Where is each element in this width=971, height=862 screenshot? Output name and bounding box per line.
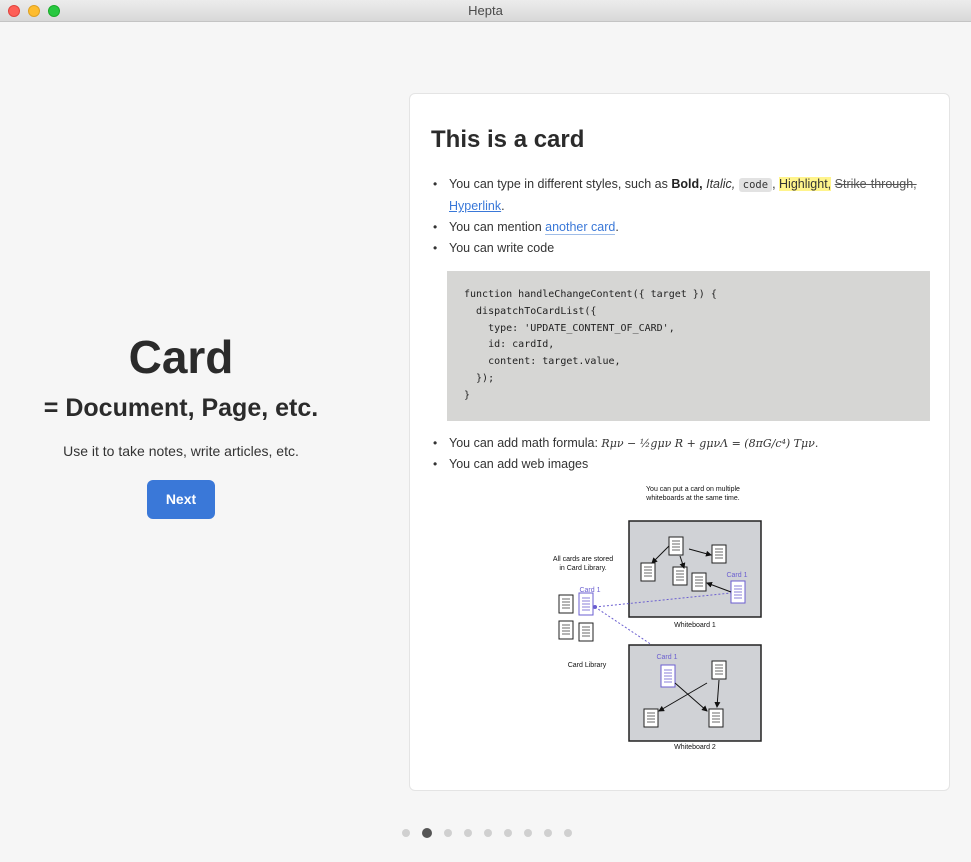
next-button[interactable]: Next bbox=[147, 479, 215, 519]
title-bar: Hepta bbox=[0, 0, 971, 22]
page-dot-9[interactable] bbox=[564, 829, 572, 837]
bullet-text: You can type in different styles, such a… bbox=[449, 177, 672, 191]
close-window-button[interactable] bbox=[8, 5, 20, 17]
card-title: This is a card bbox=[431, 126, 585, 153]
list-item: You can type in different styles, such a… bbox=[431, 174, 928, 217]
italic-text: Italic, bbox=[706, 177, 736, 191]
list-item: You can add web images bbox=[431, 454, 928, 475]
bullet-text: You can mention bbox=[449, 220, 546, 234]
list-item: You can mention another card. bbox=[431, 217, 928, 238]
highlight-text: Highlight, bbox=[779, 177, 832, 191]
window-title: Hepta bbox=[468, 3, 503, 18]
page-dot-4[interactable] bbox=[464, 829, 472, 837]
library-label: Card Library bbox=[568, 662, 607, 669]
intro-description: Use it to take notes, write articles, et… bbox=[63, 442, 299, 459]
bullet-text: You can write code bbox=[449, 241, 555, 255]
whiteboard-1-card-label: Card 1 bbox=[726, 572, 747, 579]
page-dot-6[interactable] bbox=[504, 829, 512, 837]
strike-text: Strike-through, bbox=[834, 177, 917, 191]
page-dot-3[interactable] bbox=[444, 829, 452, 837]
bullet-end: . bbox=[615, 220, 619, 234]
intro-title: Card bbox=[128, 330, 234, 383]
diagram-note-top-2: whiteboards at the same time. bbox=[645, 495, 739, 502]
page-dot-5[interactable] bbox=[484, 829, 492, 837]
hyperlink[interactable]: Hyperlink bbox=[449, 199, 501, 213]
diagram-note-left-1: All cards are stored bbox=[553, 556, 613, 563]
code-block: function handleChangeContent({ target })… bbox=[447, 271, 930, 421]
diagram-note-top-1: You can put a card on multiple bbox=[646, 486, 740, 493]
diagram-note-left-2: in Card Library. bbox=[559, 565, 606, 572]
math-formula: Rμν − ½gμν R + gμνΛ = (8πG/c⁴) Tμν. bbox=[601, 437, 819, 450]
whiteboard-1-label: Whiteboard 1 bbox=[674, 622, 716, 629]
minimize-window-button[interactable] bbox=[28, 5, 40, 17]
card-mention-link[interactable]: another card bbox=[545, 220, 616, 235]
bullet-text: You can add math formula: bbox=[449, 436, 602, 450]
intro-subtitle: = Document, Page, etc. bbox=[43, 393, 319, 422]
window-controls bbox=[8, 5, 60, 17]
bullet-end: . bbox=[501, 199, 505, 213]
bullet-text: You can add web images bbox=[449, 457, 589, 471]
page-dot-2-active[interactable] bbox=[422, 828, 432, 838]
page-dot-8[interactable] bbox=[544, 829, 552, 837]
page-indicator bbox=[402, 828, 572, 838]
zoom-window-button[interactable] bbox=[48, 5, 60, 17]
page-dot-7[interactable] bbox=[524, 829, 532, 837]
card-bullet-list-2: You can add math formula: Rμν − ½gμν R +… bbox=[431, 433, 928, 475]
list-item: You can add math formula: Rμν − ½gμν R +… bbox=[431, 433, 928, 454]
whiteboard-2-card-label: Card 1 bbox=[656, 654, 677, 661]
inline-code: code bbox=[738, 178, 773, 192]
sample-card[interactable]: This is a card You can type in different… bbox=[409, 93, 950, 791]
comma-text: , bbox=[772, 177, 776, 191]
bold-text: Bold, bbox=[671, 177, 703, 191]
intro-panel: Card = Document, Page, etc. Use it to ta… bbox=[0, 22, 362, 812]
page-dot-1[interactable] bbox=[402, 829, 410, 837]
card-bullet-list: You can type in different styles, such a… bbox=[431, 174, 928, 259]
whiteboard-2-label: Whiteboard 2 bbox=[674, 744, 716, 751]
whiteboard-diagram-image: You can put a card on multiple whiteboar… bbox=[553, 486, 762, 751]
list-item: You can write code bbox=[431, 238, 928, 259]
